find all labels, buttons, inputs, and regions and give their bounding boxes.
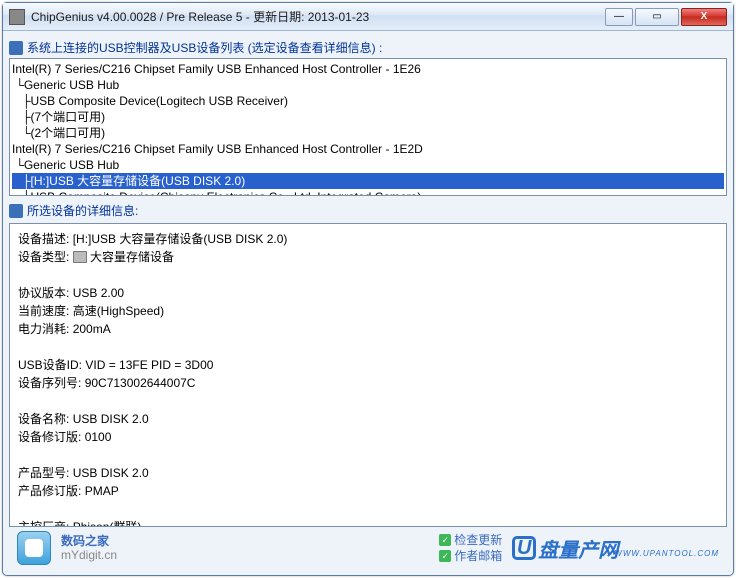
tree-row[interactable]: Intel(R) 7 Series/C216 Chipset Family US… (12, 61, 724, 77)
tree-section-header: 系统上连接的USB控制器及USB设备列表 (选定设备查看详细信息) : (9, 37, 727, 58)
disk-icon (73, 251, 87, 263)
mydigit-logo-icon[interactable] (17, 531, 51, 565)
u-icon: U (512, 536, 536, 560)
maximize-button[interactable]: ▭ (635, 8, 679, 26)
detail-usbid: USB设备ID: VID = 13FE PID = 3D00 (18, 356, 718, 374)
detail-prodrev: 产品修订版: PMAP (18, 482, 718, 500)
titlebar[interactable]: ChipGenius v4.00.0028 / Pre Release 5 - … (3, 3, 733, 31)
tree-row[interactable]: ├USB Composite Device(Logitech USB Recei… (12, 93, 724, 109)
tree-row[interactable]: └Generic USB Hub (12, 157, 724, 173)
tree-row[interactable]: ├(7个端口可用) (12, 109, 724, 125)
detail-section-title: 所选设备的详细信息: (27, 202, 138, 219)
check-icon: ✓ (439, 534, 451, 546)
detail-protocol: 协议版本: USB 2.00 (18, 284, 718, 302)
detail-section-header: 所选设备的详细信息: (9, 200, 727, 221)
check-update-link[interactable]: ✓检查更新 (439, 532, 502, 548)
info-icon (9, 204, 23, 218)
window-title: ChipGenius v4.00.0028 / Pre Release 5 - … (31, 8, 605, 25)
tree-row[interactable]: Intel(R) 7 Series/C216 Chipset Family US… (12, 141, 724, 157)
detail-mcu-vendor: 主控厂商: Phison(群联) (18, 518, 718, 527)
detail-type: 设备类型: 大容量存储设备 (18, 248, 718, 266)
mydigit-url: mYdigit.cn (61, 548, 117, 562)
app-icon (9, 9, 25, 25)
tree-row[interactable]: └(2个端口可用) (12, 125, 724, 141)
tree-row[interactable]: └Generic USB Hub (12, 77, 724, 93)
upantool-url: WWW.UPANTOOL.COM (614, 549, 719, 558)
tree-row[interactable]: ├USB Composite Device(Chicony Electronic… (12, 189, 724, 196)
mydigit-link[interactable]: 数码之家 mYdigit.cn (61, 534, 117, 562)
detail-speed: 当前速度: 高速(HighSpeed) (18, 302, 718, 320)
tree-section-title: 系统上连接的USB控制器及USB设备列表 (选定设备查看详细信息) : (27, 39, 382, 56)
device-tree[interactable]: Intel(R) 7 Series/C216 Chipset Family US… (9, 58, 727, 196)
tree-row[interactable]: ├[H:]USB 大容量存储设备(USB DISK 2.0) (12, 173, 724, 189)
footer: 数码之家 mYdigit.cn ✓检查更新 ✓作者邮箱 U 盘量产网 WWW.U… (9, 527, 727, 569)
upantool-name: 盘量产网 (538, 534, 618, 563)
app-window: ChipGenius v4.00.0028 / Pre Release 5 - … (2, 2, 734, 576)
upantool-logo[interactable]: U 盘量产网 WWW.UPANTOOL.COM (512, 534, 719, 563)
detail-panel[interactable]: 设备描述: [H:]USB 大容量存储设备(USB DISK 2.0) 设备类型… (9, 223, 727, 527)
detail-serial: 设备序列号: 90C713002644007C (18, 374, 718, 392)
client-area: 系统上连接的USB控制器及USB设备列表 (选定设备查看详细信息) : Inte… (3, 31, 733, 575)
detail-product: 产品型号: USB DISK 2.0 (18, 464, 718, 482)
usb-icon (9, 41, 23, 55)
detail-devrev: 设备修订版: 0100 (18, 428, 718, 446)
close-button[interactable]: X (681, 8, 727, 26)
author-email-link[interactable]: ✓作者邮箱 (439, 548, 502, 564)
minimize-button[interactable]: — (605, 8, 633, 26)
detail-devname: 设备名称: USB DISK 2.0 (18, 410, 718, 428)
detail-description: 设备描述: [H:]USB 大容量存储设备(USB DISK 2.0) (18, 230, 718, 248)
detail-power: 电力消耗: 200mA (18, 320, 718, 338)
mydigit-name: 数码之家 (61, 534, 117, 548)
check-icon: ✓ (439, 550, 451, 562)
